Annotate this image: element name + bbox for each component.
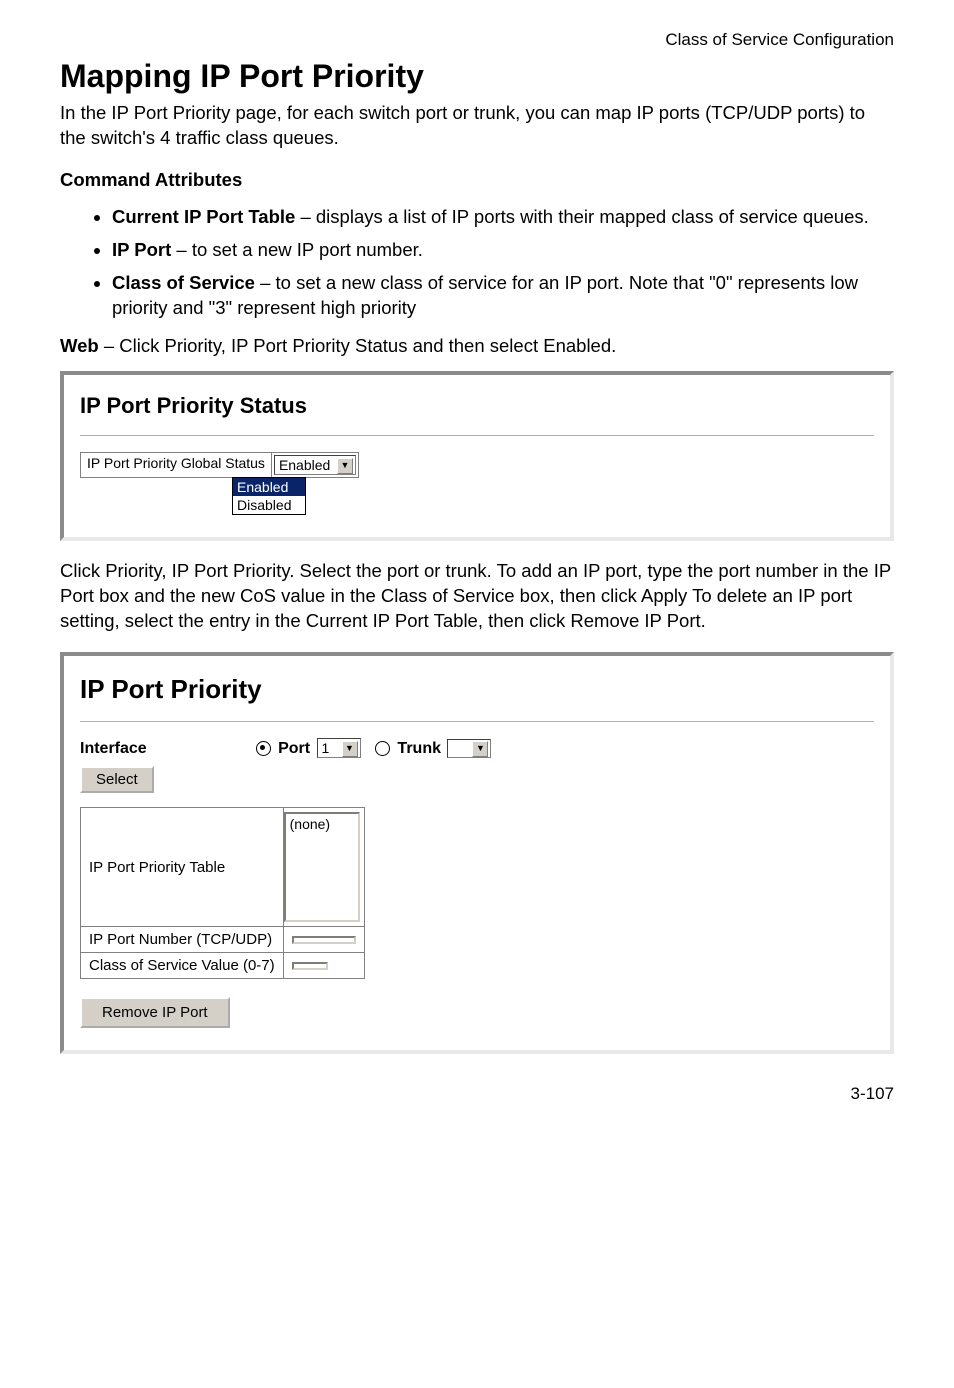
- status-row-label: IP Port Priority Global Status: [81, 452, 272, 477]
- web-prefix: Web: [60, 335, 99, 356]
- command-attributes-heading: Command Attributes: [60, 169, 894, 191]
- list-item: IP Port – to set a new IP port number.: [112, 238, 894, 263]
- trunk-select-value: [450, 751, 472, 753]
- port-label: Port: [278, 740, 310, 757]
- listbox-placeholder: (none): [290, 816, 330, 832]
- cos-value-label: Class of Service Value (0-7): [81, 953, 284, 979]
- attr-desc: – displays a list of IP ports with their…: [295, 206, 868, 227]
- global-status-select[interactable]: Enabled▼: [274, 455, 356, 475]
- dropdown-option-enabled[interactable]: Enabled: [233, 478, 305, 496]
- status-table: IP Port Priority Global Status Enabled▼: [80, 452, 359, 478]
- web-rest: – Click Priority, IP Port Priority Statu…: [99, 335, 617, 356]
- attribute-list: Current IP Port Table – displays a list …: [60, 205, 894, 321]
- intro-paragraph: In the IP Port Priority page, for each s…: [60, 101, 894, 151]
- chevron-down-icon[interactable]: ▼: [472, 741, 488, 757]
- trunk-label: Trunk: [397, 740, 441, 757]
- priority-table-label: IP Port Priority Table: [81, 808, 284, 927]
- remove-ip-port-button[interactable]: Remove IP Port: [80, 997, 230, 1028]
- interface-label: Interface: [80, 740, 147, 757]
- panel1-title: IP Port Priority Status: [80, 393, 874, 419]
- priority-table-listbox[interactable]: (none): [284, 812, 360, 922]
- ip-port-priority-panel: IP Port Priority Interface Port 1▼ Trunk…: [60, 652, 894, 1054]
- cos-value-input[interactable]: [292, 962, 328, 970]
- attr-name: IP Port: [112, 239, 171, 260]
- mid-paragraph: Click Priority, IP Port Priority. Select…: [60, 559, 894, 634]
- attr-name: Class of Service: [112, 272, 255, 293]
- ip-port-priority-status-panel: IP Port Priority Status IP Port Priority…: [60, 371, 894, 541]
- list-item: Class of Service – to set a new class of…: [112, 271, 894, 321]
- web-instruction: Web – Click Priority, IP Port Priority S…: [60, 335, 894, 357]
- ip-port-number-input[interactable]: [292, 936, 356, 944]
- page-number: 3-107: [60, 1084, 894, 1104]
- interface-row: Interface Port 1▼ Trunk ▼: [80, 738, 874, 758]
- dropdown-option-disabled[interactable]: Disabled: [233, 496, 305, 514]
- select-button[interactable]: Select: [80, 766, 154, 793]
- attr-desc: – to set a new IP port number.: [171, 239, 423, 260]
- port-radio[interactable]: [256, 741, 271, 756]
- port-select-value: 1: [320, 739, 342, 757]
- port-select[interactable]: 1▼: [317, 738, 361, 758]
- panel2-title: IP Port Priority: [80, 674, 874, 705]
- chevron-down-icon[interactable]: ▼: [342, 741, 358, 757]
- chevron-down-icon[interactable]: ▼: [337, 458, 353, 474]
- attr-name: Current IP Port Table: [112, 206, 295, 227]
- page-title: Mapping IP Port Priority: [60, 58, 894, 95]
- ip-port-number-label: IP Port Number (TCP/UDP): [81, 927, 284, 953]
- select-value: Enabled: [277, 456, 337, 474]
- section-header: Class of Service Configuration: [60, 30, 894, 50]
- trunk-select[interactable]: ▼: [447, 739, 491, 758]
- global-status-dropdown[interactable]: Enabled Disabled: [232, 477, 306, 515]
- list-item: Current IP Port Table – displays a list …: [112, 205, 894, 230]
- trunk-radio[interactable]: [375, 741, 390, 756]
- ip-port-detail-table: IP Port Priority Table (none) IP Port Nu…: [80, 807, 365, 979]
